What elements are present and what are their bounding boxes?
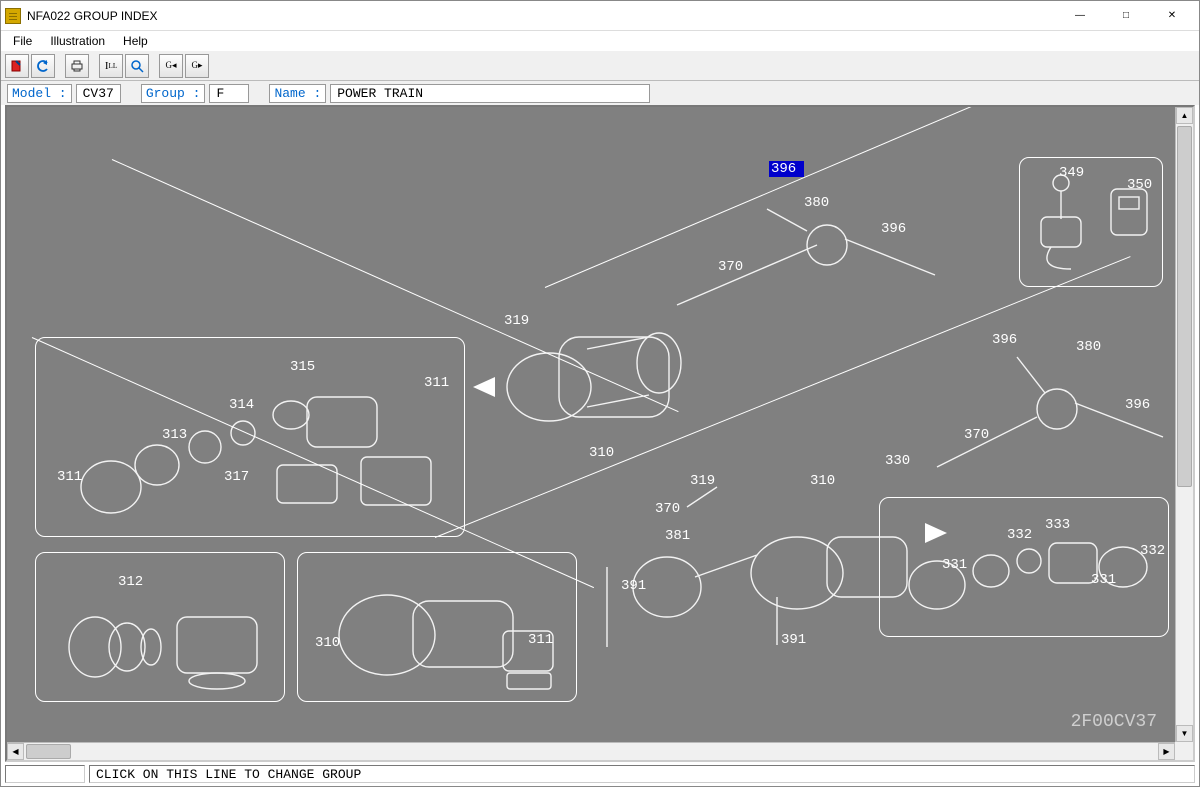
model-value: CV37 — [76, 84, 121, 103]
arrow-left-icon — [473, 377, 495, 397]
window-title: NFA022 GROUP INDEX — [27, 9, 1057, 23]
part-housing-cluster[interactable] — [51, 357, 451, 527]
diagram-canvas[interactable]: 396 380 396 349 350 370 319 310 311 315 314 313 311 3… — [7, 107, 1175, 742]
callout-310c[interactable]: 310 — [810, 473, 835, 489]
callout-315[interactable]: 315 — [290, 359, 315, 375]
group-value: F — [209, 84, 249, 103]
scroll-left-icon[interactable]: ◀ — [7, 743, 24, 760]
callout-314[interactable]: 314 — [229, 397, 254, 413]
illustration-ref: 2F00CV37 — [1071, 712, 1157, 732]
callout-311a[interactable]: 311 — [424, 375, 449, 391]
toolbar-group-next-icon[interactable]: G▸ — [185, 54, 209, 78]
titlebar: NFA022 GROUP INDEX ― □ ✕ — [1, 1, 1199, 31]
callout-312[interactable]: 312 — [118, 574, 143, 590]
callout-396b[interactable]: 396 — [992, 332, 1017, 348]
callout-391a[interactable]: 391 — [621, 578, 646, 594]
callout-380b[interactable]: 380 — [1076, 339, 1101, 355]
toolbar-print-icon[interactable] — [65, 54, 89, 78]
menubar: File Illustration Help — [1, 31, 1199, 51]
toolbar-group-prev-icon[interactable]: G◂ — [159, 54, 183, 78]
callout-332a[interactable]: 332 — [1007, 527, 1032, 543]
callout-391b[interactable]: 391 — [781, 632, 806, 648]
scroll-up-icon[interactable]: ▲ — [1176, 107, 1193, 124]
minimize-button[interactable]: ― — [1057, 1, 1103, 31]
callout-311b[interactable]: 311 — [57, 469, 82, 485]
callout-381[interactable]: 381 — [665, 528, 690, 544]
vertical-scrollbar[interactable]: ▲ ▼ — [1175, 107, 1193, 742]
diagram: 396 380 396 349 350 370 319 310 311 315 314 313 311 3… — [7, 107, 1175, 742]
callout-350[interactable]: 350 — [1127, 177, 1152, 193]
toolbar: ILL G◂ G▸ — [1, 51, 1199, 81]
callout-396_sel[interactable]: 396 — [769, 161, 804, 177]
horizontal-scrollbar[interactable]: ◀ ▶ — [7, 742, 1175, 760]
callout-317[interactable]: 317 — [224, 469, 249, 485]
callout-370a[interactable]: 370 — [718, 259, 743, 275]
callout-332b[interactable]: 332 — [1140, 543, 1165, 559]
callout-319b[interactable]: 319 — [690, 473, 715, 489]
model-label: Model : — [7, 84, 72, 103]
scroll-right-icon[interactable]: ▶ — [1158, 743, 1175, 760]
callout-331b[interactable]: 331 — [1091, 572, 1116, 588]
status-message[interactable]: CLICK ON THIS LINE TO CHANGE GROUP — [89, 765, 1195, 783]
name-label: Name : — [269, 84, 326, 103]
part-transmission-detail[interactable] — [317, 565, 567, 695]
menu-help[interactable]: Help — [115, 32, 156, 50]
toolbar-close-icon[interactable] — [5, 54, 29, 78]
name-value: POWER TRAIN — [330, 84, 650, 103]
group-label: Group : — [141, 84, 206, 103]
callout-310b[interactable]: 310 — [315, 635, 340, 651]
callout-333[interactable]: 333 — [1045, 517, 1070, 533]
callout-396a[interactable]: 396 — [881, 221, 906, 237]
part-control-module[interactable] — [1107, 185, 1151, 239]
callout-311c[interactable]: 311 — [528, 632, 553, 648]
callout-331a[interactable]: 331 — [942, 557, 967, 573]
callout-370b[interactable]: 370 — [655, 501, 680, 517]
callout-370c[interactable]: 370 — [964, 427, 989, 443]
window-controls: ― □ ✕ — [1057, 1, 1195, 31]
close-button[interactable]: ✕ — [1149, 1, 1195, 31]
toolbar-undo-icon[interactable] — [31, 54, 55, 78]
callout-313[interactable]: 313 — [162, 427, 187, 443]
diagram-viewport: 396 380 396 349 350 370 319 310 311 315 314 313 311 3… — [5, 105, 1195, 762]
menu-illustration[interactable]: Illustration — [42, 32, 113, 50]
toolbar-zoom-icon[interactable] — [125, 54, 149, 78]
app-icon — [5, 8, 21, 24]
scroll-down-icon[interactable]: ▼ — [1176, 725, 1193, 742]
status-message-text: CLICK ON THIS LINE TO CHANGE GROUP — [96, 767, 361, 782]
toolbar-illustration-icon[interactable]: ILL — [99, 54, 123, 78]
menu-file[interactable]: File — [5, 32, 40, 50]
status-segment-1 — [5, 765, 85, 783]
part-transfer-cluster[interactable] — [891, 507, 1161, 627]
callout-396c[interactable]: 396 — [1125, 397, 1150, 413]
callout-349[interactable]: 349 — [1059, 165, 1084, 181]
part-shifter[interactable] — [1027, 169, 1097, 279]
infobar: Model : CV37 Group : F Name : POWER TRAI… — [1, 81, 1199, 105]
statusbar: CLICK ON THIS LINE TO CHANGE GROUP — [5, 764, 1195, 784]
maximize-button[interactable]: □ — [1103, 1, 1149, 31]
callout-380a[interactable]: 380 — [804, 195, 829, 211]
callout-319a[interactable]: 319 — [504, 313, 529, 329]
callout-330[interactable]: 330 — [885, 453, 910, 469]
callout-310a[interactable]: 310 — [589, 445, 614, 461]
part-gasket-set[interactable] — [47, 577, 277, 692]
